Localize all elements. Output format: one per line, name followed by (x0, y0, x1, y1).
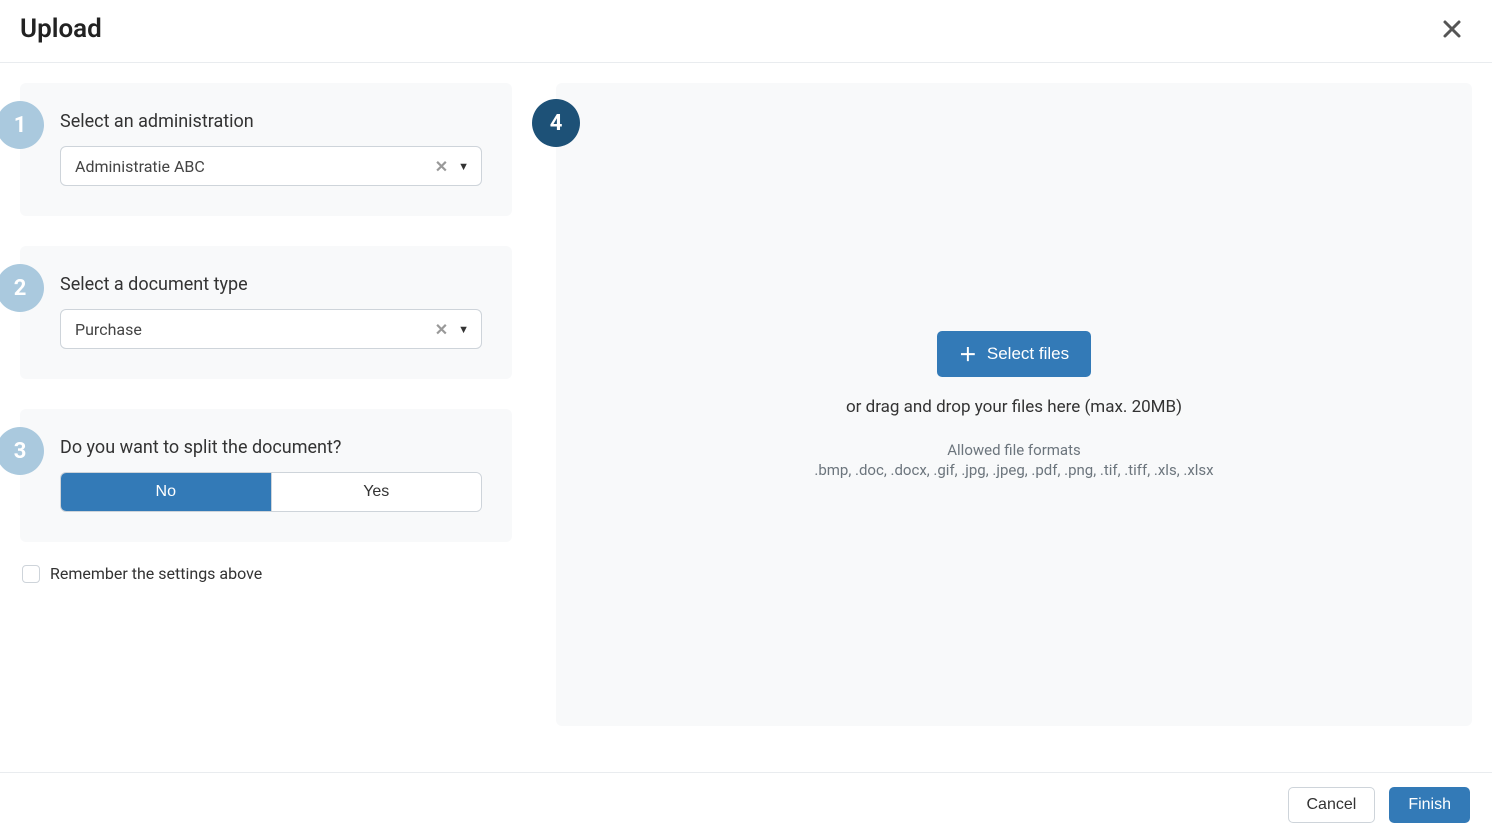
steps-column: 1 Select an administration Administratie… (20, 83, 512, 726)
clear-icon[interactable]: ✕ (429, 157, 454, 176)
remember-settings-row: Remember the settings above (20, 564, 512, 583)
split-toggle-group: No Yes (60, 472, 482, 512)
split-yes-button[interactable]: Yes (272, 473, 482, 511)
step-card-split-document: 3 Do you want to split the document? No … (20, 409, 512, 542)
modal-footer: Cancel Finish (0, 772, 1492, 837)
modal-header: Upload (0, 0, 1492, 63)
split-no-button[interactable]: No (61, 473, 272, 511)
document-type-select-value: Purchase (75, 320, 429, 339)
administration-select-value: Administratie ABC (75, 157, 429, 176)
step-badge-3: 3 (0, 427, 44, 475)
cancel-button[interactable]: Cancel (1288, 787, 1376, 823)
modal-body: 1 Select an administration Administratie… (0, 63, 1492, 726)
close-icon[interactable] (1438, 17, 1466, 41)
chevron-down-icon[interactable]: ▼ (454, 323, 473, 336)
step-badge-1: 1 (0, 101, 44, 149)
allowed-formats-title: Allowed file formats (947, 441, 1081, 459)
step-badge-4: 4 (532, 99, 580, 147)
remember-label: Remember the settings above (50, 564, 262, 583)
select-files-label: Select files (987, 344, 1069, 364)
administration-select[interactable]: Administratie ABC ✕ ▼ (60, 146, 482, 186)
upload-dropzone[interactable]: 4 ＋ Select files or drag and drop your f… (556, 83, 1472, 726)
upload-column: 4 ＋ Select files or drag and drop your f… (534, 83, 1472, 726)
finish-button[interactable]: Finish (1389, 787, 1470, 823)
page-title: Upload (20, 14, 102, 44)
select-files-button[interactable]: ＋ Select files (937, 331, 1091, 377)
remember-checkbox[interactable] (22, 565, 40, 583)
document-type-select[interactable]: Purchase ✕ ▼ (60, 309, 482, 349)
clear-icon[interactable]: ✕ (429, 320, 454, 339)
allowed-formats-list: .bmp, .doc, .docx, .gif, .jpg, .jpeg, .p… (814, 461, 1213, 479)
drop-hint-text: or drag and drop your files here (max. 2… (846, 397, 1182, 417)
step-title-3: Do you want to split the document? (60, 437, 482, 458)
step-title-1: Select an administration (60, 111, 482, 132)
plus-icon: ＋ (959, 341, 977, 367)
step-card-document-type: 2 Select a document type Purchase ✕ ▼ (20, 246, 512, 379)
chevron-down-icon[interactable]: ▼ (454, 160, 473, 173)
step-card-administration: 1 Select an administration Administratie… (20, 83, 512, 216)
step-badge-2: 2 (0, 264, 44, 312)
step-title-2: Select a document type (60, 274, 482, 295)
